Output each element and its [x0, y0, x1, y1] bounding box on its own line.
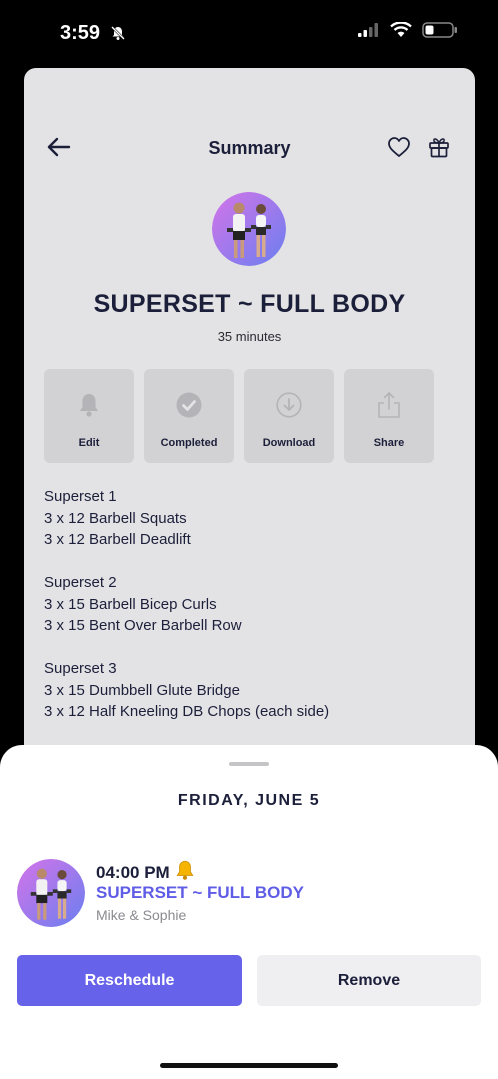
exercise-item: 3 x 15 Barbell Bicep Curls: [44, 595, 217, 613]
workout-duration: 35 minutes: [217, 329, 282, 344]
share-button[interactable]: Share: [344, 369, 434, 463]
share-label: Share: [373, 437, 405, 449]
reschedule-button[interactable]: Reschedule: [17, 955, 242, 1006]
action-row: Edit Completed Download Share: [44, 369, 434, 463]
superset-group: Superset 2 3 x 15 Barbell Bicep Curls 3 …: [44, 572, 329, 637]
status-bar: 3:59: [0, 0, 498, 68]
edit-button[interactable]: Edit: [44, 369, 134, 463]
superset-group: Superset 1 3 x 12 Barbell Squats 3 x 12 …: [44, 486, 329, 551]
exercise-item: 3 x 12 Half Kneeling DB Chops (each side…: [44, 703, 330, 720]
superset-title: Superset 2: [44, 574, 117, 591]
exercise-item: 3 x 12 Barbell Squats: [44, 509, 187, 527]
gift-icon[interactable]: [427, 135, 451, 164]
completed-button[interactable]: Completed: [144, 369, 234, 463]
download-button[interactable]: Download: [244, 369, 334, 463]
event-title[interactable]: SUPERSET ~ FULL BODY: [96, 883, 304, 903]
home-indicator: [160, 1063, 338, 1068]
schedule-date: FRIDAY, JUNE 5: [177, 792, 321, 809]
download-icon: [276, 391, 302, 419]
superset-title: Superset 1: [44, 488, 117, 505]
superset-group: Superset 3 3 x 15 Dumbbell Glute Bridge …: [44, 658, 329, 723]
bell-slash-icon: [110, 25, 126, 46]
exercise-item: 3 x 15 Dumbbell Glute Bridge: [44, 681, 240, 699]
signal-icon: [358, 23, 380, 42]
bell-icon: [77, 391, 101, 419]
battery-icon: [422, 22, 458, 43]
share-icon: [377, 391, 401, 419]
event-time: 04:00 PM: [96, 862, 170, 882]
download-label: Download: [262, 437, 316, 449]
exercise-list: Superset 1 3 x 12 Barbell Squats 3 x 12 …: [44, 486, 329, 744]
heart-icon[interactable]: [387, 136, 411, 163]
remove-button[interactable]: Remove: [257, 955, 481, 1006]
completed-label: Completed: [160, 437, 218, 449]
superset-title: Superset 3: [44, 660, 117, 677]
check-circle-icon: [176, 391, 202, 419]
sheet-grabber[interactable]: [229, 762, 269, 766]
edit-label: Edit: [78, 437, 100, 449]
wifi-icon: [390, 21, 412, 43]
reminder-bell-icon: [174, 859, 196, 886]
status-time: 3:59: [60, 22, 101, 44]
event-trainers: Mike & Sophie: [96, 907, 187, 923]
summary-card: Summary SUPERSET ~ FULL BODY 35 minutes: [24, 68, 475, 788]
event-avatar: [17, 859, 85, 927]
exercise-item: 3 x 12 Barbell Deadlift: [44, 531, 191, 548]
trainers-avatar: [212, 192, 286, 266]
event-time-row: 04:00 PM: [96, 859, 196, 886]
workout-title: SUPERSET ~ FULL BODY: [93, 290, 406, 318]
schedule-sheet: FRIDAY, JUNE 5 04:00 PM SUPERSET ~ FULL …: [0, 745, 498, 1079]
exercise-item: 3 x 15 Bent Over Barbell Row: [44, 617, 242, 634]
